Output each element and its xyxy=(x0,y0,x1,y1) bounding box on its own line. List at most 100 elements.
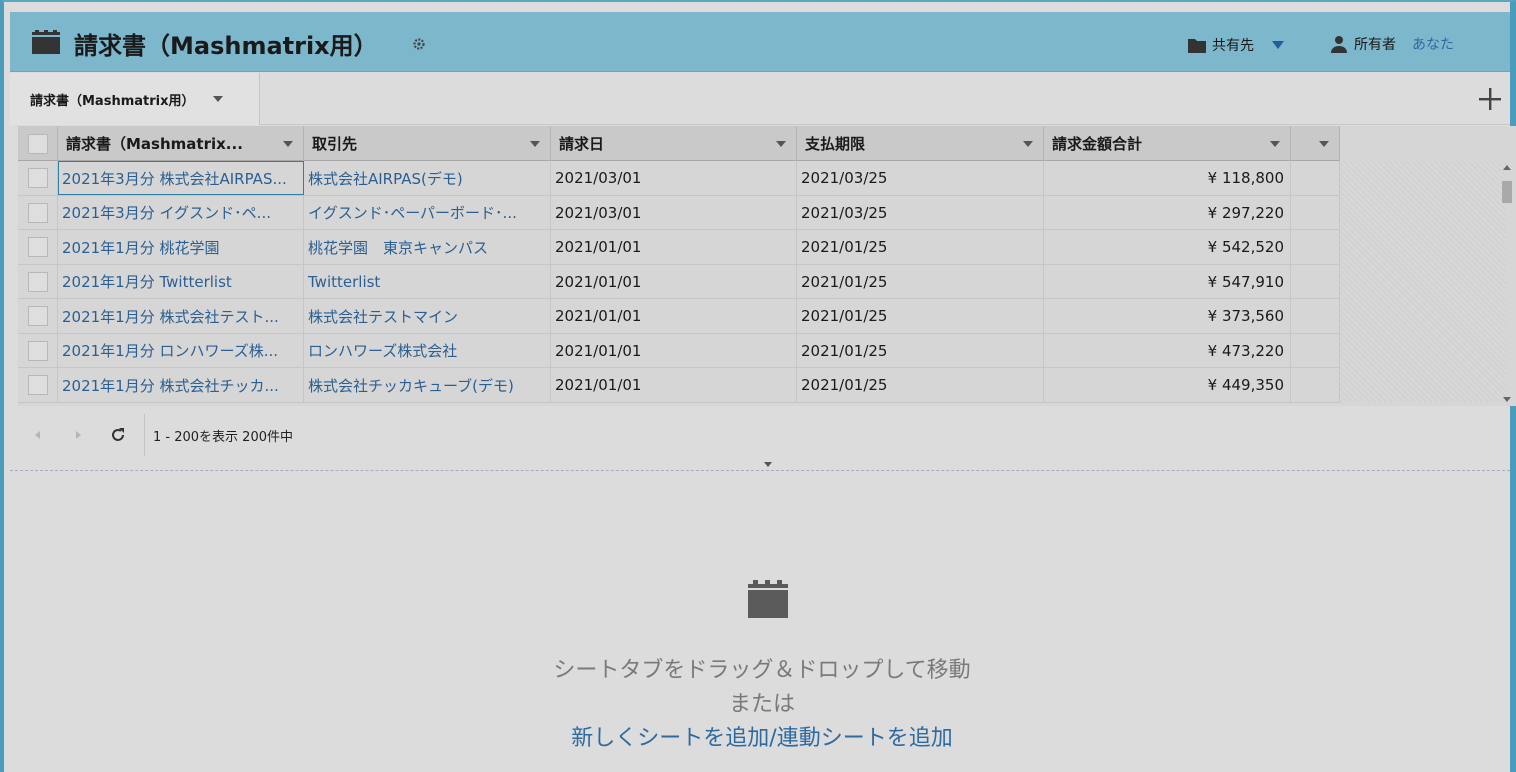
cell-invoice-date[interactable]: 2021/01/01 xyxy=(551,230,797,264)
cell-due-date[interactable]: 2021/01/25 xyxy=(797,299,1044,333)
cell-account[interactable]: 株式会社チッカキューブ(デモ) xyxy=(304,368,551,402)
row-spacer xyxy=(1291,368,1340,402)
panel-splitter[interactable] xyxy=(10,470,1510,472)
tab-invoice-sheet[interactable]: 請求書（Mashmatrix用） xyxy=(10,73,260,125)
column-header-amount[interactable]: 請求金額合計 xyxy=(1044,126,1291,161)
cell-invoice-date[interactable]: 2021/01/01 xyxy=(551,264,797,299)
vertical-scrollbar[interactable] xyxy=(1500,161,1514,406)
user-icon xyxy=(1331,36,1347,53)
row-checkbox-cell xyxy=(18,333,58,368)
cell-invoice-name[interactable]: 2021年3月分 イグスンド･ペ... xyxy=(58,195,304,230)
tab-label: 請求書（Mashmatrix用） xyxy=(30,93,195,109)
cell-account[interactable]: 桃花学園 東京キャンパス xyxy=(304,230,551,264)
column-header-due-date[interactable]: 支払期限 xyxy=(797,126,1044,161)
table-row[interactable]: 2021年1月分 株式会社チッカ... 株式会社チッカキューブ(デモ) 2021/0… xyxy=(18,368,1340,403)
cell-account[interactable]: Twitterlist xyxy=(304,264,551,299)
share-label: 共有先 xyxy=(1212,38,1254,54)
column-header-account[interactable]: 取引先 xyxy=(304,126,551,161)
row-checkbox-cell xyxy=(18,264,58,299)
cell-account[interactable]: 株式会社AIRPAS(デモ) xyxy=(304,161,551,195)
owner-label: 所有者 xyxy=(1354,37,1396,53)
cell-due-date[interactable]: 2021/01/25 xyxy=(797,230,1044,264)
cell-invoice-date[interactable]: 2021/01/01 xyxy=(551,333,797,368)
column-label: 請求書（Mashmatrix... xyxy=(66,135,243,153)
cell-amount[interactable]: ¥ 373,560 xyxy=(1044,299,1291,333)
row-checkbox-cell xyxy=(18,368,58,402)
app-window: 請求書（Mashmatrix用） 共有先 所有者 あなた 請求書（Mashmat… xyxy=(0,0,1516,772)
grid-header-row: 請求書（Mashmatrix... 取引先 請求日 支払期限 請求金額合計 xyxy=(18,126,1340,161)
gear-icon[interactable] xyxy=(412,37,426,51)
row-spacer xyxy=(1291,333,1340,368)
cell-account[interactable]: ロンハワーズ株式会社 xyxy=(304,333,551,368)
cell-invoice-date[interactable]: 2021/03/01 xyxy=(551,195,797,230)
table-row[interactable]: 2021年3月分 株式会社AIRPAS... 株式会社AIRPAS(デモ) 2021… xyxy=(18,161,1340,196)
book-header: 請求書（Mashmatrix用） 共有先 所有者 あなた xyxy=(10,12,1510,72)
cell-due-date[interactable]: 2021/03/25 xyxy=(797,161,1044,195)
chevron-down-icon[interactable] xyxy=(1319,141,1329,147)
cell-invoice-name[interactable]: 2021年1月分 株式会社チッカ... xyxy=(58,368,304,402)
share-menu[interactable]: 共有先 xyxy=(1188,35,1284,55)
cell-amount[interactable]: ¥ 118,800 xyxy=(1044,161,1291,195)
refresh-button[interactable] xyxy=(98,420,138,450)
cell-amount[interactable]: ¥ 449,350 xyxy=(1044,368,1291,402)
column-menu[interactable] xyxy=(1291,126,1340,161)
cell-amount[interactable]: ¥ 297,220 xyxy=(1044,195,1291,230)
prev-page-button[interactable] xyxy=(18,420,58,450)
chevron-down-icon[interactable] xyxy=(1270,141,1280,147)
scroll-thumb[interactable] xyxy=(1502,181,1512,203)
chevron-down-icon[interactable] xyxy=(283,141,293,147)
row-checkbox[interactable] xyxy=(27,306,48,326)
row-checkbox[interactable] xyxy=(27,168,48,188)
cell-invoice-name[interactable]: 2021年1月分 ロンハワーズ株... xyxy=(58,333,304,368)
cell-amount[interactable]: ¥ 542,520 xyxy=(1044,230,1291,264)
cell-invoice-name[interactable]: 2021年1月分 Twitterlist xyxy=(58,264,304,299)
cell-due-date[interactable]: 2021/01/25 xyxy=(797,264,1044,299)
folder-icon xyxy=(1188,39,1206,53)
column-header-invoice-date[interactable]: 請求日 xyxy=(551,126,797,161)
chevron-down-icon[interactable] xyxy=(530,141,540,147)
row-checkbox[interactable] xyxy=(27,340,48,361)
cell-invoice-date[interactable]: 2021/01/01 xyxy=(551,368,797,402)
cell-amount[interactable]: ¥ 547,910 xyxy=(1044,264,1291,299)
row-checkbox[interactable] xyxy=(27,271,48,292)
table-row[interactable]: 2021年3月分 イグスンド･ペ... イグスンド･ペーパーボード･... 2021… xyxy=(18,195,1340,230)
cell-invoice-date[interactable]: 2021/01/01 xyxy=(551,299,797,333)
row-spacer xyxy=(1291,161,1340,195)
cell-account[interactable]: イグスンド･ペーパーボード･... xyxy=(304,195,551,230)
chevron-down-icon[interactable] xyxy=(776,141,786,147)
select-all-checkbox[interactable] xyxy=(27,133,48,154)
grid-empty-area xyxy=(1340,161,1506,402)
cell-due-date[interactable]: 2021/01/25 xyxy=(797,368,1044,402)
column-label: 請求日 xyxy=(559,135,605,153)
pager-divider xyxy=(144,414,145,456)
row-checkbox[interactable] xyxy=(27,375,48,395)
scroll-up-icon[interactable] xyxy=(1503,165,1511,170)
table-row[interactable]: 2021年1月分 株式会社テスト... 株式会社テストマイン 2021/01/01 2… xyxy=(18,299,1340,334)
row-spacer xyxy=(1291,264,1340,299)
row-checkbox[interactable] xyxy=(27,202,48,223)
splitter-toggle-icon[interactable] xyxy=(764,462,772,467)
add-sheet-link[interactable]: 新しくシートを追加/連動シートを追加 xyxy=(4,720,1516,752)
add-sheet-button[interactable] xyxy=(1474,83,1506,115)
cell-due-date[interactable]: 2021/03/25 xyxy=(797,195,1044,230)
next-page-button[interactable] xyxy=(58,420,98,450)
chevron-down-icon[interactable] xyxy=(1023,141,1033,147)
cell-amount[interactable]: ¥ 473,220 xyxy=(1044,333,1291,368)
cell-invoice-name[interactable]: 2021年1月分 株式会社テスト... xyxy=(58,299,304,333)
chevron-down-icon[interactable] xyxy=(212,96,223,102)
drag-hint-text: シートタブをドラッグ＆ドロップして移動 xyxy=(553,658,971,683)
cell-invoice-name[interactable]: 2021年3月分 株式会社AIRPAS... xyxy=(58,161,304,195)
table-row[interactable]: 2021年1月分 ロンハワーズ株... ロンハワーズ株式会社 2021/01/01 2… xyxy=(18,333,1340,368)
row-checkbox[interactable] xyxy=(27,237,48,257)
cell-invoice-date[interactable]: 2021/03/01 xyxy=(551,161,797,195)
cell-invoice-name[interactable]: 2021年1月分 桃花学園 xyxy=(58,230,304,264)
chevron-right-icon xyxy=(76,431,81,439)
table-row[interactable]: 2021年1月分 桃花学園 桃花学園 東京キャンパス 2021/01/01 2021/… xyxy=(18,230,1340,265)
cell-due-date[interactable]: 2021/01/25 xyxy=(797,333,1044,368)
table-row[interactable]: 2021年1月分 Twitterlist Twitterlist 2021/01/0… xyxy=(18,264,1340,299)
page-title: 請求書（Mashmatrix用） xyxy=(74,32,378,60)
owner-name-link[interactable]: あなた xyxy=(1412,34,1454,54)
cell-account[interactable]: 株式会社テストマイン xyxy=(304,299,551,333)
scroll-down-icon[interactable] xyxy=(1503,397,1511,402)
column-header-name[interactable]: 請求書（Mashmatrix... xyxy=(58,126,304,161)
